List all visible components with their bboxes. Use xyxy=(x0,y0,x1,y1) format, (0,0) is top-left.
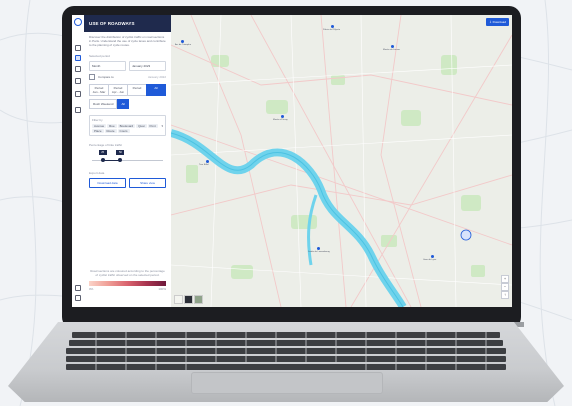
range-label: Percentage of bike traffic xyxy=(89,143,123,147)
panel-title: USE OF ROADWAYS xyxy=(84,15,171,32)
filter-chips: Avenue Rue Boulevard Quai Pont Place Rou… xyxy=(92,124,163,133)
range-max-tip: 50 xyxy=(116,150,125,155)
range-min-handle[interactable] xyxy=(100,158,105,162)
filter-box[interactable]: Filter by Avenue Rue Boulevard Quai Pont… xyxy=(89,115,166,136)
month-select[interactable]: Month xyxy=(89,61,126,71)
compass-icon[interactable]: ↑ xyxy=(501,291,509,299)
side-panel: USE OF ROADWAYS Discover the distributio… xyxy=(84,15,172,307)
map-style-switcher xyxy=(174,295,203,304)
export-label: Export data xyxy=(89,171,105,175)
compare-checkbox[interactable] xyxy=(89,74,95,80)
filter-chip[interactable]: Place xyxy=(92,129,104,133)
filter-chip[interactable]: Quai xyxy=(136,124,147,128)
map-pin[interactable] xyxy=(181,40,184,43)
style-dark-thumb[interactable] xyxy=(184,295,193,304)
mode-all[interactable]: All xyxy=(117,99,129,109)
download-data-button[interactable]: Download data xyxy=(89,178,126,188)
map-label: Jardin du Luxembourg xyxy=(308,251,330,253)
settings-icon[interactable] xyxy=(75,107,81,113)
style-satellite-thumb[interactable] xyxy=(194,295,203,304)
user-icon[interactable] xyxy=(75,66,81,72)
panel-description: Discover the distribution of cyclist tra… xyxy=(89,35,166,47)
map-pin[interactable] xyxy=(206,160,209,163)
app-screen: USE OF ROADWAYS Discover the distributio… xyxy=(72,15,512,307)
map-view[interactable]: ⇩ Download Arc de Triomphe Palais de l'E… xyxy=(171,15,512,307)
legend-note: Road sections are coloured according to … xyxy=(90,269,165,277)
range-slider[interactable]: 25 50 xyxy=(92,150,163,164)
map-label: Gare de Lyon xyxy=(423,259,437,261)
color-legend xyxy=(89,281,166,286)
map-pin[interactable] xyxy=(431,255,434,258)
filter-chip[interactable]: Avenue xyxy=(92,124,107,128)
help-icon[interactable] xyxy=(75,285,81,291)
period-tabs: Period Jan - Mar Period Apr - Jun Period A… xyxy=(89,84,166,96)
map-label: Musée d'Orsay xyxy=(273,119,288,121)
chevron-down-icon[interactable]: ▾ xyxy=(161,124,163,128)
map-pin[interactable] xyxy=(317,247,320,250)
map-label: Palais de l'Elysée xyxy=(323,29,341,31)
account-icon[interactable] xyxy=(75,295,81,301)
filter-chip[interactable]: Pont xyxy=(147,124,158,128)
range-min-tip: 25 xyxy=(98,150,107,155)
share-view-button[interactable]: Share view xyxy=(129,178,166,188)
compare-label: Compare to xyxy=(98,75,114,79)
tab-period-2[interactable]: Period Apr - Jun xyxy=(108,84,127,96)
style-light-thumb[interactable] xyxy=(174,295,183,304)
mode-rush-weekend[interactable]: Rush Weekend xyxy=(89,99,118,109)
range-max-handle[interactable] xyxy=(118,158,123,162)
layers-icon[interactable] xyxy=(75,45,81,51)
legend-min: 0% xyxy=(89,287,94,291)
chart-icon[interactable] xyxy=(75,55,81,61)
map-pin[interactable] xyxy=(281,115,284,118)
year-select[interactable]: January 2023 xyxy=(129,61,166,71)
tab-all[interactable]: All xyxy=(146,84,166,96)
zoom-in-icon[interactable]: + xyxy=(501,275,509,283)
map-pin[interactable] xyxy=(331,25,334,28)
logo-icon[interactable] xyxy=(74,18,82,26)
legend-max: 100% xyxy=(158,287,166,291)
map-canvas xyxy=(171,15,512,307)
map-label: Arc de Triomphe xyxy=(175,44,192,46)
mode-toggle: Rush Weekend All xyxy=(89,99,166,109)
pin-icon[interactable] xyxy=(75,91,81,97)
filter-chip[interactable]: Boulevard xyxy=(117,124,136,128)
tab-period-1[interactable]: Period Jan - Mar xyxy=(89,84,108,96)
laptop-keyboard xyxy=(66,332,506,370)
map-label: Musée du Louvre xyxy=(383,49,400,51)
map-label: Tour Eiffel xyxy=(199,164,209,166)
filter-chip[interactable]: Cours xyxy=(117,129,130,133)
map-pin[interactable] xyxy=(391,45,394,48)
filter-chip[interactable]: Route xyxy=(104,129,117,133)
period-label: Selected period xyxy=(89,54,110,58)
zoom-out-icon[interactable]: − xyxy=(501,283,509,291)
compare-value[interactable]: January 2022 xyxy=(148,75,166,79)
filter-icon[interactable] xyxy=(75,78,81,84)
download-button[interactable]: ⇩ Download xyxy=(486,18,509,26)
tab-period-3[interactable]: Period xyxy=(127,84,146,96)
filter-label: Filter by xyxy=(92,118,103,122)
filter-chip[interactable]: Rue xyxy=(107,124,117,128)
laptop-trackpad xyxy=(191,372,383,394)
